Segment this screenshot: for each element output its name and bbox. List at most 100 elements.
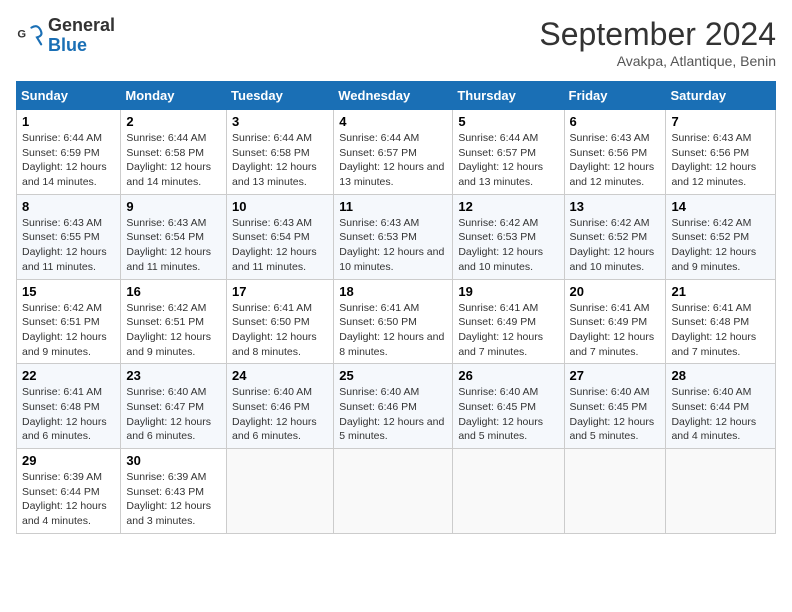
day-cell: 22 Sunrise: 6:41 AM Sunset: 6:48 PM Dayl…	[17, 364, 121, 449]
day-number: 20	[570, 284, 661, 299]
column-header-tuesday: Tuesday	[227, 82, 334, 110]
column-header-friday: Friday	[564, 82, 666, 110]
day-info: Sunrise: 6:42 AM Sunset: 6:53 PM Dayligh…	[458, 216, 558, 275]
day-info: Sunrise: 6:42 AM Sunset: 6:51 PM Dayligh…	[22, 301, 115, 360]
page-header: G General Blue September 2024 Avakpa, At…	[16, 16, 776, 69]
day-cell: 13 Sunrise: 6:42 AM Sunset: 6:52 PM Dayl…	[564, 194, 666, 279]
day-info: Sunrise: 6:43 AM Sunset: 6:54 PM Dayligh…	[232, 216, 328, 275]
day-cell: 25 Sunrise: 6:40 AM Sunset: 6:46 PM Dayl…	[334, 364, 453, 449]
day-number: 24	[232, 368, 328, 383]
column-header-saturday: Saturday	[666, 82, 776, 110]
day-cell: 11 Sunrise: 6:43 AM Sunset: 6:53 PM Dayl…	[334, 194, 453, 279]
day-number: 17	[232, 284, 328, 299]
day-info: Sunrise: 6:44 AM Sunset: 6:57 PM Dayligh…	[339, 131, 447, 190]
column-header-wednesday: Wednesday	[334, 82, 453, 110]
day-number: 7	[671, 114, 770, 129]
day-info: Sunrise: 6:41 AM Sunset: 6:49 PM Dayligh…	[458, 301, 558, 360]
day-info: Sunrise: 6:44 AM Sunset: 6:59 PM Dayligh…	[22, 131, 115, 190]
day-cell: 8 Sunrise: 6:43 AM Sunset: 6:55 PM Dayli…	[17, 194, 121, 279]
title-block: September 2024 Avakpa, Atlantique, Benin	[539, 16, 776, 69]
day-info: Sunrise: 6:43 AM Sunset: 6:56 PM Dayligh…	[671, 131, 770, 190]
day-number: 9	[126, 199, 221, 214]
day-info: Sunrise: 6:44 AM Sunset: 6:58 PM Dayligh…	[126, 131, 221, 190]
week-row-2: 8 Sunrise: 6:43 AM Sunset: 6:55 PM Dayli…	[17, 194, 776, 279]
day-number: 16	[126, 284, 221, 299]
day-cell: 30 Sunrise: 6:39 AM Sunset: 6:43 PM Dayl…	[121, 449, 227, 534]
calendar-header-row: SundayMondayTuesdayWednesdayThursdayFrid…	[17, 82, 776, 110]
day-cell: 24 Sunrise: 6:40 AM Sunset: 6:46 PM Dayl…	[227, 364, 334, 449]
day-number: 4	[339, 114, 447, 129]
month-title: September 2024	[539, 16, 776, 53]
logo: G General Blue	[16, 16, 115, 56]
day-cell: 19 Sunrise: 6:41 AM Sunset: 6:49 PM Dayl…	[453, 279, 564, 364]
day-number: 26	[458, 368, 558, 383]
day-cell: 1 Sunrise: 6:44 AM Sunset: 6:59 PM Dayli…	[17, 110, 121, 195]
day-number: 6	[570, 114, 661, 129]
week-row-3: 15 Sunrise: 6:42 AM Sunset: 6:51 PM Dayl…	[17, 279, 776, 364]
day-number: 5	[458, 114, 558, 129]
day-info: Sunrise: 6:44 AM Sunset: 6:57 PM Dayligh…	[458, 131, 558, 190]
day-info: Sunrise: 6:43 AM Sunset: 6:55 PM Dayligh…	[22, 216, 115, 275]
svg-text:G: G	[17, 28, 26, 40]
day-number: 30	[126, 453, 221, 468]
day-cell: 29 Sunrise: 6:39 AM Sunset: 6:44 PM Dayl…	[17, 449, 121, 534]
day-cell	[453, 449, 564, 534]
day-cell: 9 Sunrise: 6:43 AM Sunset: 6:54 PM Dayli…	[121, 194, 227, 279]
day-cell	[564, 449, 666, 534]
day-number: 22	[22, 368, 115, 383]
day-cell: 10 Sunrise: 6:43 AM Sunset: 6:54 PM Dayl…	[227, 194, 334, 279]
day-cell: 16 Sunrise: 6:42 AM Sunset: 6:51 PM Dayl…	[121, 279, 227, 364]
day-info: Sunrise: 6:41 AM Sunset: 6:50 PM Dayligh…	[232, 301, 328, 360]
day-cell	[227, 449, 334, 534]
day-number: 8	[22, 199, 115, 214]
day-info: Sunrise: 6:40 AM Sunset: 6:45 PM Dayligh…	[570, 385, 661, 444]
day-cell: 17 Sunrise: 6:41 AM Sunset: 6:50 PM Dayl…	[227, 279, 334, 364]
day-cell: 14 Sunrise: 6:42 AM Sunset: 6:52 PM Dayl…	[666, 194, 776, 279]
day-info: Sunrise: 6:43 AM Sunset: 6:54 PM Dayligh…	[126, 216, 221, 275]
day-number: 29	[22, 453, 115, 468]
day-number: 28	[671, 368, 770, 383]
day-number: 15	[22, 284, 115, 299]
day-info: Sunrise: 6:41 AM Sunset: 6:49 PM Dayligh…	[570, 301, 661, 360]
day-number: 19	[458, 284, 558, 299]
day-info: Sunrise: 6:39 AM Sunset: 6:43 PM Dayligh…	[126, 470, 221, 529]
day-info: Sunrise: 6:40 AM Sunset: 6:47 PM Dayligh…	[126, 385, 221, 444]
day-number: 23	[126, 368, 221, 383]
day-info: Sunrise: 6:43 AM Sunset: 6:56 PM Dayligh…	[570, 131, 661, 190]
day-number: 12	[458, 199, 558, 214]
day-number: 3	[232, 114, 328, 129]
day-info: Sunrise: 6:42 AM Sunset: 6:52 PM Dayligh…	[671, 216, 770, 275]
day-cell: 23 Sunrise: 6:40 AM Sunset: 6:47 PM Dayl…	[121, 364, 227, 449]
day-info: Sunrise: 6:40 AM Sunset: 6:46 PM Dayligh…	[339, 385, 447, 444]
day-info: Sunrise: 6:44 AM Sunset: 6:58 PM Dayligh…	[232, 131, 328, 190]
day-cell: 6 Sunrise: 6:43 AM Sunset: 6:56 PM Dayli…	[564, 110, 666, 195]
day-cell: 15 Sunrise: 6:42 AM Sunset: 6:51 PM Dayl…	[17, 279, 121, 364]
day-number: 11	[339, 199, 447, 214]
day-info: Sunrise: 6:40 AM Sunset: 6:44 PM Dayligh…	[671, 385, 770, 444]
day-number: 18	[339, 284, 447, 299]
logo-text: General Blue	[48, 16, 115, 56]
day-info: Sunrise: 6:41 AM Sunset: 6:50 PM Dayligh…	[339, 301, 447, 360]
day-cell: 21 Sunrise: 6:41 AM Sunset: 6:48 PM Dayl…	[666, 279, 776, 364]
day-cell: 7 Sunrise: 6:43 AM Sunset: 6:56 PM Dayli…	[666, 110, 776, 195]
day-cell	[334, 449, 453, 534]
column-header-sunday: Sunday	[17, 82, 121, 110]
day-cell: 5 Sunrise: 6:44 AM Sunset: 6:57 PM Dayli…	[453, 110, 564, 195]
day-number: 14	[671, 199, 770, 214]
day-number: 2	[126, 114, 221, 129]
day-cell: 20 Sunrise: 6:41 AM Sunset: 6:49 PM Dayl…	[564, 279, 666, 364]
week-row-5: 29 Sunrise: 6:39 AM Sunset: 6:44 PM Dayl…	[17, 449, 776, 534]
logo-icon: G	[16, 22, 44, 50]
day-info: Sunrise: 6:42 AM Sunset: 6:52 PM Dayligh…	[570, 216, 661, 275]
day-info: Sunrise: 6:41 AM Sunset: 6:48 PM Dayligh…	[22, 385, 115, 444]
day-cell: 2 Sunrise: 6:44 AM Sunset: 6:58 PM Dayli…	[121, 110, 227, 195]
location-subtitle: Avakpa, Atlantique, Benin	[539, 53, 776, 69]
day-cell: 3 Sunrise: 6:44 AM Sunset: 6:58 PM Dayli…	[227, 110, 334, 195]
day-number: 1	[22, 114, 115, 129]
day-number: 13	[570, 199, 661, 214]
day-number: 25	[339, 368, 447, 383]
day-cell	[666, 449, 776, 534]
day-cell: 28 Sunrise: 6:40 AM Sunset: 6:44 PM Dayl…	[666, 364, 776, 449]
day-info: Sunrise: 6:43 AM Sunset: 6:53 PM Dayligh…	[339, 216, 447, 275]
week-row-4: 22 Sunrise: 6:41 AM Sunset: 6:48 PM Dayl…	[17, 364, 776, 449]
